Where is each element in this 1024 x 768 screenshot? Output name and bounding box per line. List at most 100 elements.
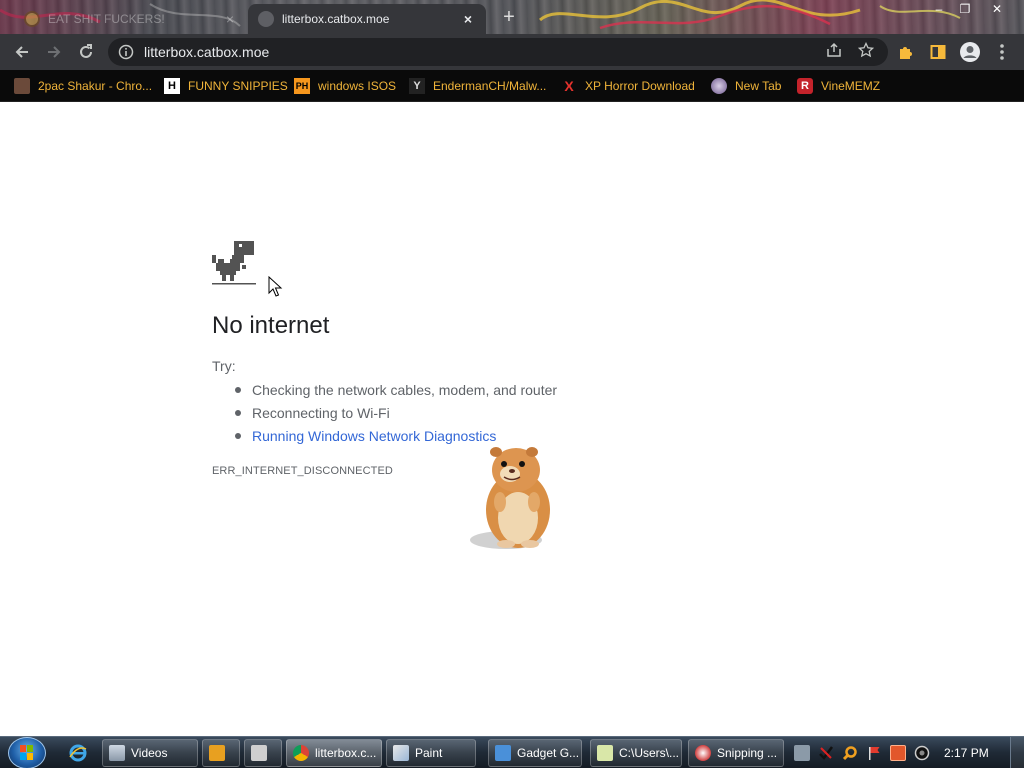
info-icon[interactable] <box>118 44 134 60</box>
ph-logo-icon: PH <box>294 78 310 94</box>
tab-title: EAT SHIT FUCKERS! <box>48 12 165 26</box>
reload-icon <box>80 44 92 58</box>
extensions-button[interactable] <box>894 40 918 64</box>
bookmark-label: New Tab <box>735 79 782 93</box>
chrome-icon <box>293 745 309 761</box>
new-tab-button[interactable]: + <box>498 6 520 28</box>
reload-button[interactable] <box>74 40 98 64</box>
taskbar-item-paint[interactable]: Paint <box>386 739 476 767</box>
tray-volume-icon[interactable] <box>914 745 930 761</box>
folder-icon <box>109 745 125 761</box>
suggestion-list: Checking the network cables, modem, and … <box>234 380 557 449</box>
bookmark-vinememz[interactable]: R VineMEMZ <box>797 76 880 96</box>
avatar-icon <box>960 42 980 62</box>
taskbar-item-label: Gadget G... <box>517 746 580 760</box>
bookmark-new-tab[interactable]: New Tab <box>711 76 781 96</box>
close-window-button[interactable]: ✕ <box>982 0 1012 18</box>
r-logo-icon: R <box>797 78 813 94</box>
kebab-menu-icon <box>1000 44 1004 60</box>
error-page: No internet Try: Checking the network ca… <box>0 102 1024 734</box>
taskbar-item-label: C:\Users\... <box>619 746 680 760</box>
bookmark-endermanch[interactable]: Y EndermanCH/Malw... <box>409 76 546 96</box>
bookmark-xp-horror[interactable]: X XP Horror Download <box>561 76 695 96</box>
notepad-icon <box>597 745 613 761</box>
bookmark-label: 2pac Shakur - Chro... <box>38 79 153 93</box>
taskbar-item-media[interactable] <box>202 739 240 767</box>
tray-app-icon[interactable] <box>794 745 810 761</box>
tab-active[interactable]: litterbox.catbox.moe × <box>248 4 486 34</box>
bookmark-label: EndermanCH/Malw... <box>433 79 547 93</box>
taskbar-item-label: Videos <box>131 746 168 760</box>
maximize-button[interactable]: ❐ <box>950 0 980 18</box>
tab-inactive[interactable]: EAT SHIT FUCKERS! × <box>14 4 248 34</box>
tab-title: litterbox.catbox.moe <box>282 12 390 26</box>
address-bar[interactable]: litterbox.catbox.moe <box>108 38 888 66</box>
taskbar-item-chrome[interactable]: litterbox.c... <box>286 739 382 767</box>
hamster-image <box>470 447 550 549</box>
browser-toolbar: litterbox.catbox.moe <box>0 34 1024 70</box>
share-icon <box>827 42 841 57</box>
tab-close-icon[interactable]: × <box>460 11 476 27</box>
taskbar-clock[interactable]: 2:17 PM <box>944 746 989 760</box>
arrow-left-icon <box>15 46 28 58</box>
show-desktop-button[interactable] <box>1010 737 1024 768</box>
tab-favicon-icon <box>258 11 274 27</box>
gadget-icon <box>495 745 511 761</box>
bookmark-2pac[interactable]: 2pac Shakur - Chro... <box>14 76 152 96</box>
start-button[interactable] <box>8 737 46 768</box>
star-icon <box>858 42 874 58</box>
taskbar-item-snipping[interactable]: Snipping ... <box>688 739 784 767</box>
side-panel-icon <box>930 45 946 59</box>
media-player-icon <box>209 745 225 761</box>
taskbar-item-notepad[interactable]: C:\Users\... <box>590 739 682 767</box>
tab-favicon-icon <box>24 11 40 27</box>
try-label: Try: <box>212 358 236 374</box>
taskbar-item-calculator[interactable] <box>244 739 282 767</box>
y-logo-icon: Y <box>409 78 425 94</box>
bookmark-label: windows ISOS <box>318 79 397 93</box>
2pac-icon <box>14 78 30 94</box>
arrow-right-icon <box>48 46 61 58</box>
bookmark-funny-snippies[interactable]: H FUNNY SNIPPIES <box>164 76 288 96</box>
dinosaur-icon <box>212 241 256 285</box>
internet-explorer-icon[interactable] <box>68 743 88 763</box>
back-button[interactable] <box>10 40 34 64</box>
side-panel-button[interactable] <box>926 40 950 64</box>
mouse-cursor-icon <box>268 276 283 297</box>
windows-taskbar: Videos litterbox.c... Paint Gadget G... … <box>0 736 1024 768</box>
taskbar-item-label: Snipping ... <box>717 746 778 760</box>
bookmarks-bar: 2pac Shakur - Chro... H FUNNY SNIPPIES P… <box>0 70 1024 102</box>
taskbar-item-gadget[interactable]: Gadget G... <box>488 739 582 767</box>
bookmark-label: FUNNY SNIPPIES <box>188 79 288 93</box>
globe-icon <box>711 78 727 94</box>
error-code: ERR_INTERNET_DISCONNECTED <box>212 465 393 477</box>
bookmark-label: XP Horror Download <box>585 79 695 93</box>
x-logo-icon: X <box>564 78 574 94</box>
taskbar-item-label: litterbox.c... <box>315 746 377 760</box>
bookmark-star-button[interactable] <box>856 40 876 60</box>
profile-button[interactable] <box>958 40 982 64</box>
tab-strip: EAT SHIT FUCKERS! × litterbox.catbox.moe… <box>0 0 1024 34</box>
share-button[interactable] <box>824 40 844 60</box>
puzzle-icon <box>900 47 912 59</box>
url-text[interactable]: litterbox.catbox.moe <box>144 44 269 60</box>
windows-logo-icon <box>20 745 33 760</box>
taskbar-item-label: Paint <box>415 746 443 760</box>
taskbar-item-videos[interactable]: Videos <box>102 739 198 767</box>
tab-close-icon[interactable]: × <box>222 11 238 27</box>
bookmark-windows-isos[interactable]: PH windows ISOS <box>294 76 396 96</box>
paint-icon <box>393 745 409 761</box>
suggestion-item: Checking the network cables, modem, and … <box>234 380 557 403</box>
h-logo-icon: H <box>164 78 180 94</box>
suggestion-item: Reconnecting to Wi-Fi <box>234 403 557 426</box>
tray-window-icon[interactable] <box>890 745 906 761</box>
bookmark-label: VineMEMZ <box>821 79 881 93</box>
calculator-icon <box>251 745 267 761</box>
forward-button[interactable] <box>42 40 66 64</box>
menu-button[interactable] <box>990 40 1014 64</box>
snipping-tool-icon <box>695 745 711 761</box>
error-heading: No internet <box>212 312 330 339</box>
tray-magnifier-icon[interactable] <box>842 745 858 761</box>
tray-flag-icon[interactable] <box>866 745 882 761</box>
tray-checkmark-icon[interactable] <box>818 745 834 761</box>
